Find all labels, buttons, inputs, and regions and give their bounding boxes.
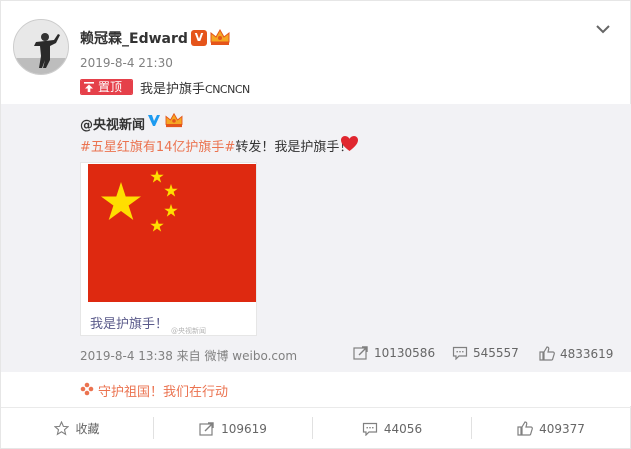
favorite-label: 收藏 — [75, 422, 100, 436]
verified-badge[interactable]: V — [191, 30, 207, 46]
post-text-main: 我是护旗手 — [140, 82, 206, 97]
post-text: 我是护旗手CNCNCN — [140, 78, 250, 97]
hashtag-link[interactable]: #五星红旗有14亿护旗手# — [80, 140, 235, 155]
topic-link[interactable]: 守护祖国！我们在行动 — [98, 381, 228, 400]
original-like-stat[interactable]: 4833619 — [539, 346, 613, 361]
post-timestamp[interactable]: 2019-8-4 21:30 — [80, 56, 173, 70]
topic-flower-icon — [80, 382, 94, 396]
thumbs-up-icon — [539, 346, 555, 361]
original-comment-stat[interactable]: 545557 — [452, 346, 519, 360]
comment-icon — [452, 346, 468, 360]
comment-count: 44056 — [383, 421, 423, 436]
original-text: #五星红旗有14亿护旗手#转发！我是护旗手！ — [80, 136, 352, 155]
star-icon — [54, 421, 70, 436]
repost-button[interactable]: 109619 — [154, 408, 312, 449]
original-text-body: 转发！我是护旗手！ — [235, 140, 353, 155]
original-author[interactable]: @央视新闻 — [80, 114, 145, 133]
post-text-suffix: CNCNCN — [205, 83, 250, 96]
repost-count: 109619 — [221, 421, 267, 436]
original-comment-count: 545557 — [473, 346, 519, 360]
blue-verified-icon — [148, 115, 160, 126]
share-icon — [353, 346, 368, 360]
thumbs-up-icon — [517, 421, 533, 436]
pinned-badge: 置顶 — [80, 79, 133, 95]
avatar[interactable] — [13, 19, 69, 75]
like-button[interactable]: 409377 — [472, 408, 630, 449]
image-caption: 我是护旗手！ — [90, 317, 169, 332]
username[interactable]: 赖冠霖_Edward — [80, 28, 188, 48]
favorite-button[interactable]: 收藏 — [1, 408, 153, 449]
share-icon — [199, 421, 214, 436]
pin-icon — [81, 80, 97, 94]
comment-icon — [362, 422, 378, 436]
chevron-down-icon[interactable] — [594, 20, 612, 38]
china-flag-image[interactable] — [88, 164, 256, 302]
vip-crown-icon[interactable] — [209, 28, 231, 46]
like-count: 409377 — [539, 421, 585, 436]
original-like-count: 4833619 — [560, 346, 614, 361]
original-repost-count: 10130586 — [374, 346, 436, 360]
comment-button[interactable]: 44056 — [313, 408, 471, 449]
weibo-card: 赖冠霖_Edward V 2019-8-4 21:30 置顶 我是护旗手CNCN… — [0, 0, 631, 449]
original-repost-stat[interactable]: 10130586 — [353, 346, 435, 360]
pinned-label: 置顶 — [97, 80, 132, 94]
image-watermark: @央视新闻 — [171, 327, 206, 335]
vip-crown-icon[interactable] — [164, 112, 184, 128]
original-meta[interactable]: 2019-8-4 13:38 来自 微博 weibo.com — [80, 347, 297, 364]
heart-emoji-icon — [341, 136, 358, 151]
topic-row — [1, 372, 631, 406]
